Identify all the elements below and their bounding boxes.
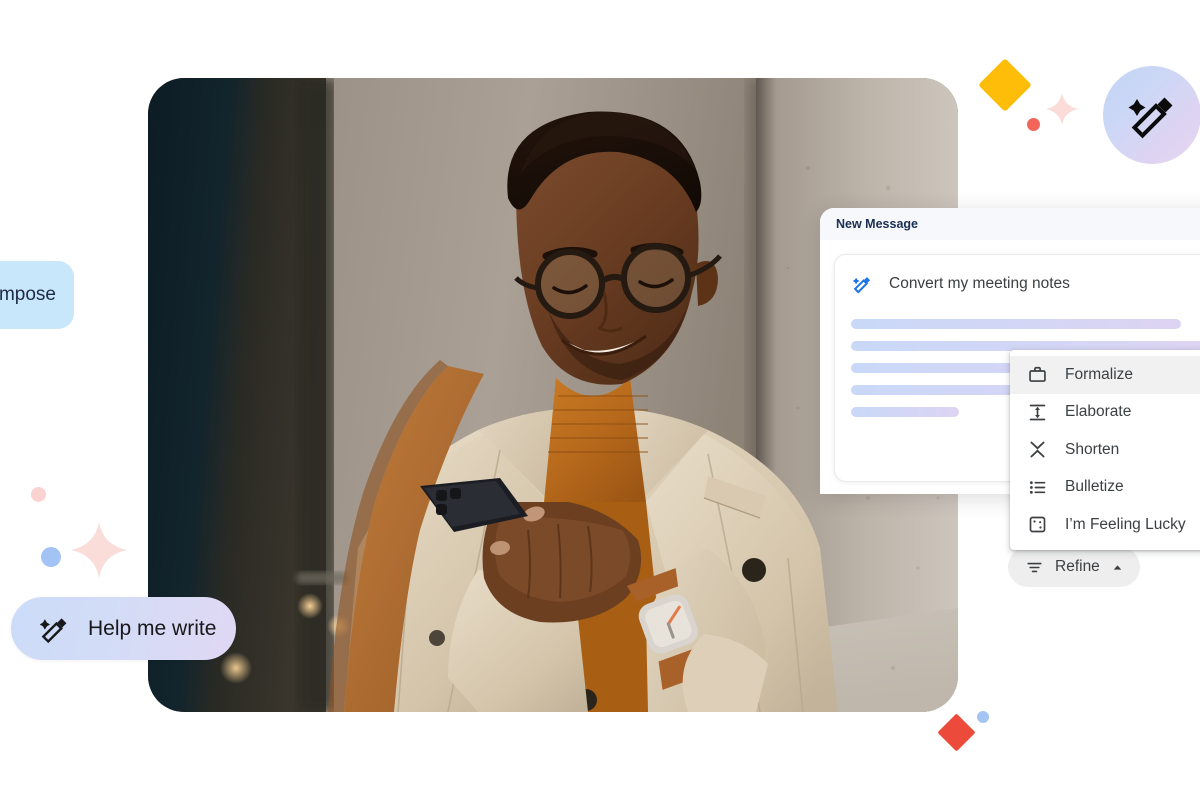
dot-blue-small-decoration xyxy=(977,711,989,723)
dice-icon xyxy=(1029,516,1046,533)
sparkle-large-icon xyxy=(70,521,128,579)
chevron-up-icon xyxy=(1113,564,1122,570)
prompt-row: Convert my meeting notes xyxy=(851,273,1200,295)
menu-item-formalize[interactable]: Formalize xyxy=(1010,356,1200,394)
magic-pencil-icon xyxy=(39,617,67,643)
menu-item-bulletize[interactable]: Bulletize xyxy=(1010,469,1200,507)
menu-item-im-feeling-lucky[interactable]: I’m Feeling Lucky xyxy=(1010,506,1200,544)
magic-pencil-badge xyxy=(1103,66,1200,164)
help-me-write-label: Help me write xyxy=(88,616,217,640)
diamond-yellow-decoration xyxy=(978,58,1032,112)
menu-item-shorten[interactable]: Shorten xyxy=(1010,431,1200,469)
menu-item-label: Bulletize xyxy=(1065,478,1124,496)
bulleted-list-icon xyxy=(1029,481,1046,494)
refine-menu: Formalize Elaborate Shorten Bulletize I’… xyxy=(1010,350,1200,550)
placeholder-bar xyxy=(851,407,959,417)
collapse-vertical-icon xyxy=(1030,441,1045,458)
compose-window-header: New Message xyxy=(820,208,1200,240)
menu-item-label: I’m Feeling Lucky xyxy=(1065,515,1186,533)
magic-pencil-icon xyxy=(852,277,871,294)
expand-vertical-icon xyxy=(1029,404,1046,421)
menu-item-elaborate[interactable]: Elaborate xyxy=(1010,394,1200,432)
briefcase-icon xyxy=(1029,367,1046,383)
magic-pencil-icon xyxy=(1128,97,1173,139)
compose-pill-label: Compose xyxy=(0,284,56,305)
dot-blue-large-decoration xyxy=(41,547,61,567)
help-me-write-pill[interactable]: Help me write xyxy=(11,597,236,660)
refine-button[interactable]: Refine xyxy=(1008,547,1140,587)
menu-item-label: Shorten xyxy=(1065,440,1120,458)
dot-coral-decoration xyxy=(1027,118,1040,131)
menu-item-label: Elaborate xyxy=(1065,403,1132,421)
dot-pink-decoration xyxy=(31,487,46,502)
menu-item-label: Formalize xyxy=(1065,365,1134,383)
refine-button-label: Refine xyxy=(1055,558,1100,575)
sparkle-small-icon xyxy=(1045,92,1079,126)
compose-window-title: New Message xyxy=(836,217,918,231)
placeholder-bar xyxy=(851,319,1181,329)
screenshot-stage: Compose Help me write New Message Co xyxy=(0,0,1200,800)
prompt-text: Convert my meeting notes xyxy=(889,275,1070,292)
compose-pill[interactable]: Compose xyxy=(0,261,74,329)
diamond-red-decoration xyxy=(937,713,976,752)
tune-icon xyxy=(1027,562,1042,572)
